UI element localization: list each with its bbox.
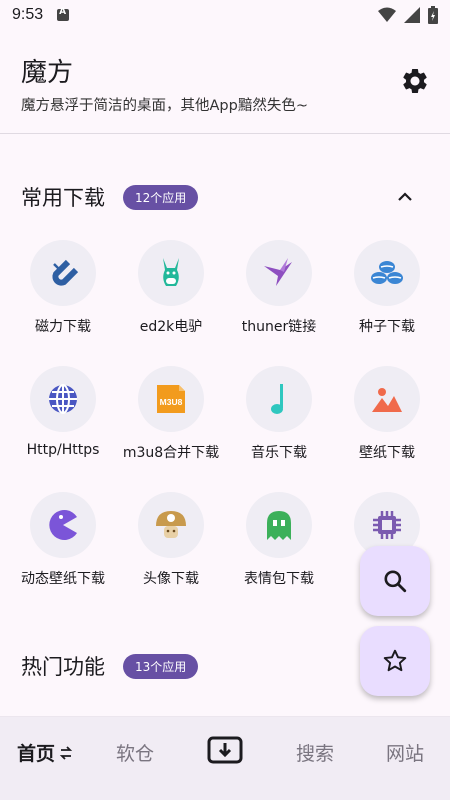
status-bar: 9:53 [0, 0, 450, 30]
app-label: ed2k电驴 [139, 319, 203, 335]
globe-icon [49, 384, 77, 414]
app-http-download[interactable]: Http/Https [9, 366, 117, 462]
app-live-wallpaper[interactable]: 动态壁纸下载 [9, 492, 117, 588]
gesture-bar [0, 788, 450, 800]
app-ed2k[interactable]: ed2k电驴 [117, 240, 225, 336]
star-icon [383, 649, 407, 672]
ghost-icon [267, 511, 291, 540]
music-note-icon [271, 384, 283, 414]
donkey-icon [163, 258, 179, 286]
notification-icon [57, 7, 70, 21]
image-icon [372, 388, 402, 412]
app-icon-circle [30, 240, 96, 306]
wifi-icon [378, 7, 396, 22]
mushroom-icon [156, 511, 186, 538]
bottom-navigation: 首页 软仓 搜索 网站 [0, 716, 450, 788]
magnet-icon [52, 259, 79, 286]
app-count-badge: 13个应用 [123, 653, 199, 679]
app-wallpaper-download[interactable]: 壁纸下载 [333, 366, 441, 462]
chevron-up-icon[interactable] [393, 185, 417, 209]
section-header-common-downloads[interactable]: 常用下载 12个应用 [21, 182, 431, 212]
battery-icon [428, 6, 438, 24]
nav-home-label: 首页 [16, 743, 55, 765]
app-header: 魔方 魔方悬浮于简洁的桌面，其他App黯然失色~ [0, 30, 450, 134]
app-icon-circle [138, 240, 204, 306]
app-count-badge: 12个应用 [123, 184, 199, 210]
section-title: 常用下载 [21, 186, 105, 210]
swap-icon [59, 745, 73, 760]
page-title: 魔方 [21, 58, 74, 88]
app-label: thuner链接 [241, 319, 317, 335]
page-subtitle: 魔方悬浮于简洁的桌面，其他App黯然失色~ [21, 98, 308, 114]
app-icon-circle [138, 492, 204, 558]
app-torrent-download[interactable]: 种子下载 [333, 240, 441, 336]
app-m3u8-merge[interactable]: M3U8 m3u8合并下载 [117, 366, 225, 462]
app-icon-circle [30, 366, 96, 432]
nav-home[interactable]: 首页 [0, 739, 90, 766]
app-label: 种子下载 [359, 319, 415, 335]
search-fab[interactable] [360, 546, 430, 616]
app-icon-circle [246, 366, 312, 432]
app-label: 壁纸下载 [359, 445, 415, 461]
app-thunder-link[interactable]: thuner链接 [225, 240, 333, 336]
status-icons [378, 6, 438, 24]
app-music-download[interactable]: 音乐下载 [225, 366, 333, 462]
app-label: m3u8合并下载 [122, 445, 220, 461]
app-avatar-download[interactable]: 头像下载 [117, 492, 225, 588]
section-title: 热门功能 [21, 655, 105, 679]
app-label: 头像下载 [143, 571, 199, 587]
favorite-fab[interactable] [360, 626, 430, 696]
app-label: 动态壁纸下载 [21, 571, 105, 587]
m3u8-file-icon: M3U8 [157, 385, 185, 413]
nav-search[interactable]: 搜索 [270, 739, 360, 766]
app-icon-circle [246, 240, 312, 306]
app-label: 磁力下载 [35, 319, 91, 335]
chip-icon [373, 511, 401, 539]
status-time: 9:53 [12, 6, 44, 23]
app-sticker-download[interactable]: 表情包下载 [225, 492, 333, 588]
nav-sites[interactable]: 网站 [360, 739, 450, 766]
nav-store[interactable]: 软仓 [90, 739, 180, 766]
signal-icon [404, 7, 420, 23]
app-icon-circle [354, 240, 420, 306]
hummingbird-icon [264, 258, 292, 286]
app-icon-circle [30, 492, 96, 558]
pacman-icon [49, 510, 77, 540]
app-magnet-download[interactable]: 磁力下载 [9, 240, 117, 336]
download-box-icon [207, 736, 243, 764]
search-icon [384, 570, 407, 593]
app-label: Http/Https [26, 442, 100, 458]
app-icon-circle [354, 366, 420, 432]
app-grid: 磁力下载 ed2k电驴 thuner链接 种子下载 Http/Https M3U… [9, 240, 441, 588]
svg-text:M3U8: M3U8 [160, 397, 183, 407]
gear-icon[interactable] [400, 66, 430, 96]
app-label: 音乐下载 [251, 445, 307, 461]
app-icon-circle [246, 492, 312, 558]
app-label: 表情包下载 [244, 571, 314, 587]
seeds-icon [371, 261, 403, 284]
nav-downloads[interactable] [180, 736, 270, 769]
app-icon-circle: M3U8 [138, 366, 204, 432]
